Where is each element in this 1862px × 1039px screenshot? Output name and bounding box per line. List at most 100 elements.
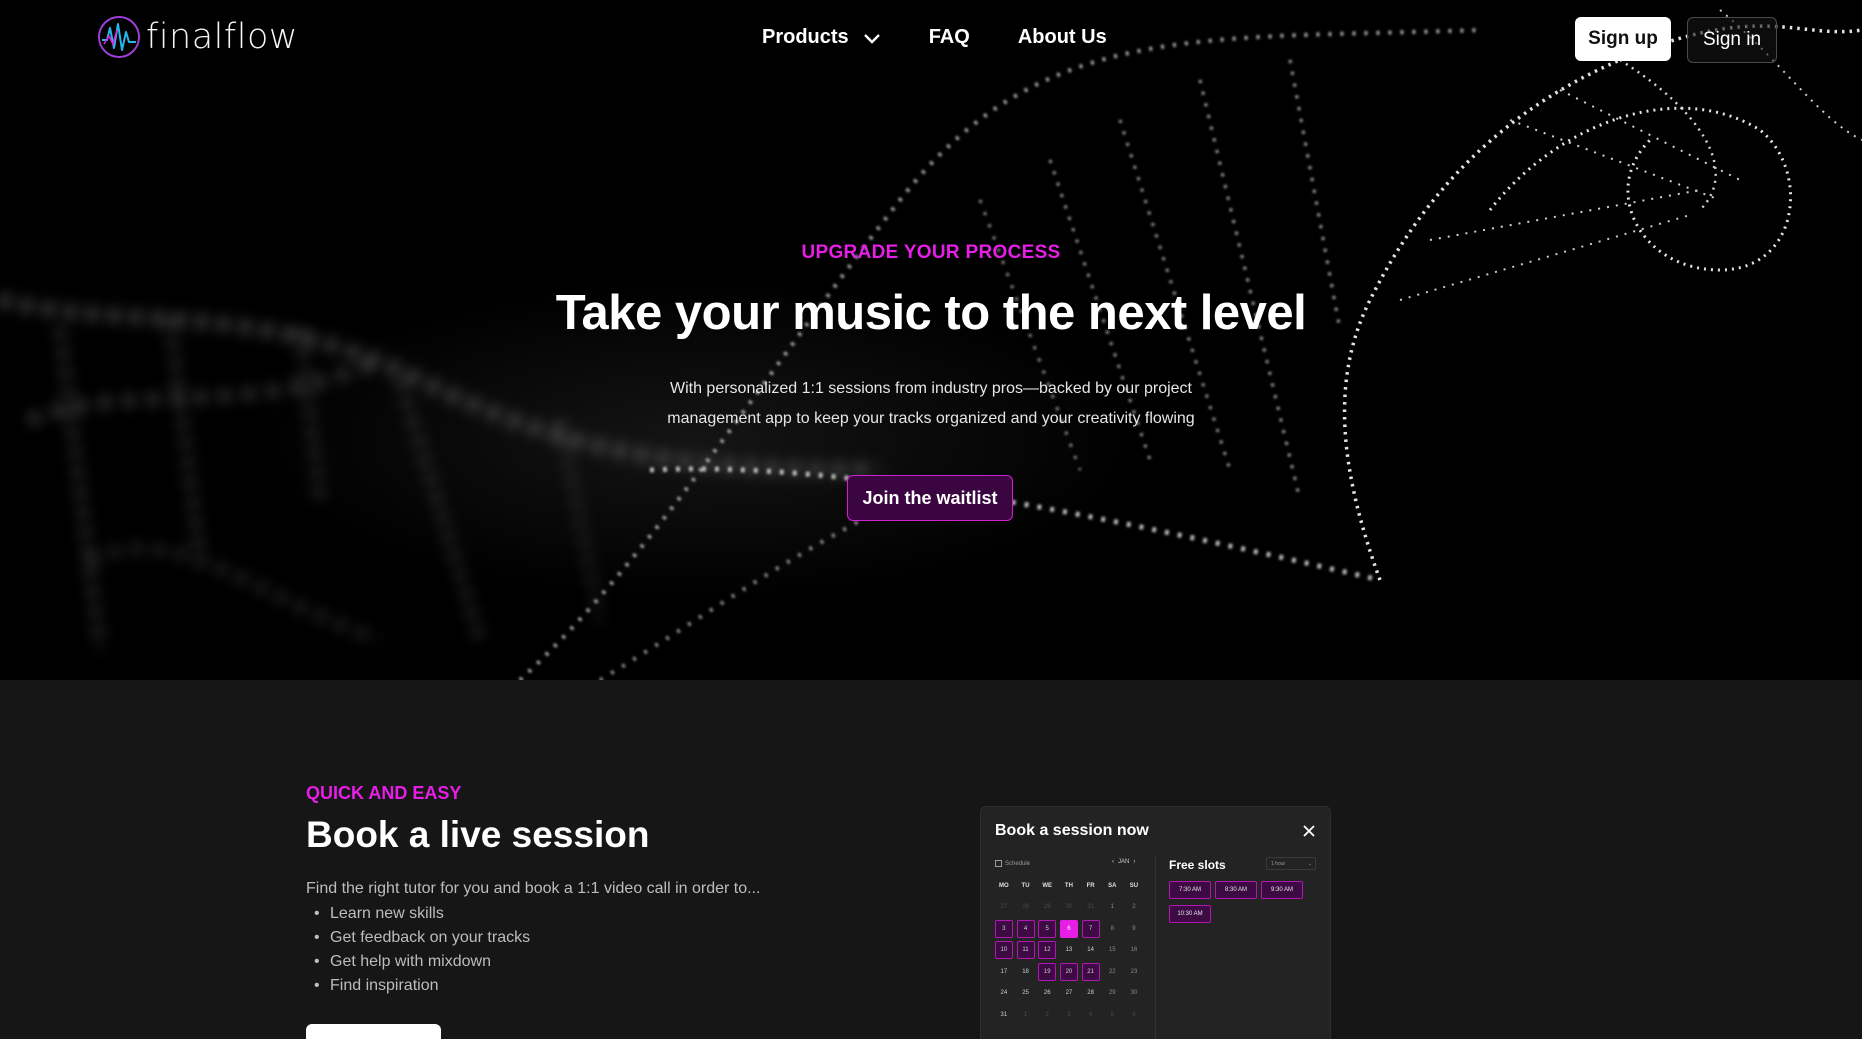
calendar-day[interactable]: 20: [1058, 961, 1080, 983]
calendar-day[interactable]: 21: [1080, 961, 1102, 983]
main-nav: Products FAQ About Us: [762, 26, 1155, 49]
calendar-day[interactable]: 6: [1058, 918, 1080, 940]
hero-subtitle-line-1: With personalized 1:1 sessions from indu…: [669, 380, 1192, 397]
calendar-day: 16: [1123, 940, 1145, 962]
list-item: Get feedback on your tracks: [314, 926, 530, 950]
calendar-day-number: 2: [1045, 1011, 1049, 1018]
calendar-day: 5: [1101, 1004, 1123, 1026]
calendar-week-row: 24 25 26 27 28 29 30: [993, 983, 1145, 1005]
calendar-day-number: 9: [1132, 925, 1136, 932]
time-slot[interactable]: 8:30 AM: [1215, 881, 1257, 899]
calendar-day: 23: [1123, 961, 1145, 983]
calendar-day[interactable]: 4: [1015, 918, 1037, 940]
calendar-day[interactable]: 19: [1036, 961, 1058, 983]
weekday-label: SU: [1129, 882, 1139, 889]
calendar-day-number: 7: [1081, 919, 1100, 938]
weekday-header-row: MO TU WE TH FR SA SU: [993, 875, 1145, 897]
calendar-day: 3: [1058, 1004, 1080, 1026]
sign-up-button[interactable]: Sign up: [1575, 17, 1671, 61]
nav-about-us[interactable]: About Us: [1018, 26, 1107, 49]
month-label: JAN: [1118, 859, 1130, 865]
calendar-day: 30: [1123, 983, 1145, 1005]
calendar-day: 31: [993, 1004, 1015, 1026]
hero-eyebrow: UPGRADE YOUR PROCESS: [801, 242, 1061, 263]
calendar-day: 1: [1101, 897, 1123, 919]
section-cta-button[interactable]: [306, 1024, 441, 1039]
sign-in-button[interactable]: Sign in: [1687, 17, 1777, 63]
calendar-day: 6: [1123, 1004, 1145, 1026]
calendar-day-number: 3: [994, 919, 1013, 938]
calendar-day-number: 16: [1130, 947, 1138, 954]
weekday-label: SA: [1108, 882, 1117, 889]
calendar-day: 15: [1101, 940, 1123, 962]
nav-products-label: Products: [762, 26, 849, 48]
duration-value: 1 hour: [1271, 860, 1286, 867]
calendar-day-number: 11: [1016, 941, 1035, 960]
calendar-day: 22: [1101, 961, 1123, 983]
calendar-day-number: 27: [1065, 990, 1073, 997]
chevron-right-icon[interactable]: ›: [1133, 859, 1135, 865]
calendar-day: 29: [1036, 897, 1058, 919]
calendar-day[interactable]: 12: [1036, 940, 1058, 962]
card-divider: [1155, 857, 1156, 1039]
calendar-grid: MO TU WE TH FR SA SU 27 28 29 30 31 1 2 3 4 5 6 7 8 9 10 11 12 1…: [993, 875, 1145, 1026]
calendar-day-number: 23: [1130, 968, 1138, 975]
calendar-day-number: 22: [1108, 968, 1116, 975]
nav-products[interactable]: Products: [762, 26, 881, 49]
calendar-day-number: 17: [1000, 968, 1008, 975]
weekday-label: MO: [999, 882, 1009, 889]
time-slot[interactable]: 7:30 AM: [1169, 881, 1211, 899]
calendar-day: 24: [993, 983, 1015, 1005]
time-slot[interactable]: 10:30 AM: [1169, 905, 1211, 923]
calendar-day: 27: [1058, 983, 1080, 1005]
calendar-day: 29: [1101, 983, 1123, 1005]
calendar-week-row: 31 1 2 3 4 5 6: [993, 1004, 1145, 1026]
calendar-day: 18: [1015, 961, 1037, 983]
calendar-day: 31: [1080, 897, 1102, 919]
calendar-day: 1: [1015, 1004, 1037, 1026]
hero-section: finalflow Products FAQ About Us Sign up …: [0, 0, 1862, 680]
weekday-label: TH: [1064, 882, 1073, 889]
calendar-day-number: 14: [1087, 947, 1094, 954]
month-navigation: ‹ JAN ›: [1112, 859, 1135, 865]
chevron-left-icon[interactable]: ‹: [1112, 859, 1114, 865]
calendar-week-row: 27 28 29 30 31 1 2: [993, 897, 1145, 919]
hero-title: Take your music to the next level: [555, 286, 1307, 340]
calendar-day[interactable]: 5: [1036, 918, 1058, 940]
weekday-label: WE: [1042, 882, 1053, 889]
calendar-day-number: 6: [1059, 919, 1078, 938]
calendar-day: 26: [1036, 983, 1058, 1005]
calendar-day: 2: [1036, 1004, 1058, 1026]
duration-select[interactable]: 1 hour ⌄: [1266, 857, 1316, 870]
close-icon[interactable]: [1302, 824, 1316, 838]
calendar-week-row: 17 18 19 20 21 22 23: [993, 961, 1145, 983]
calendar-day-number: 8: [1110, 925, 1114, 932]
nav-faq[interactable]: FAQ: [929, 26, 970, 49]
hero-subtitle-line-2: management app to keep your tracks organ…: [667, 410, 1195, 427]
calendar-day-number: 18: [1022, 968, 1029, 975]
calendar-day[interactable]: 10: [993, 940, 1015, 962]
calendar-day[interactable]: 7: [1080, 918, 1102, 940]
calendar-day: 17: [993, 961, 1015, 983]
section-description: Find the right tutor for you and book a …: [306, 880, 761, 897]
calendar-day-number: 25: [1022, 990, 1029, 997]
calendar-icon: [995, 860, 1002, 867]
calendar-day: 30: [1058, 897, 1080, 919]
calendar-day[interactable]: 3: [993, 918, 1015, 940]
time-slot[interactable]: 9:30 AM: [1261, 881, 1303, 899]
join-waitlist-button[interactable]: Join the waitlist: [847, 475, 1013, 521]
waveform-circle-logo-icon: [98, 16, 140, 58]
free-slots-title: Free slots: [1169, 858, 1226, 872]
calendar-day[interactable]: 11: [1015, 940, 1037, 962]
brand-logo[interactable]: finalflow: [96, 14, 298, 60]
top-navigation: finalflow Products FAQ About Us Sign up …: [0, 0, 1862, 80]
calendar-day-number: 30: [1065, 904, 1073, 911]
calendar-day-number: 12: [1038, 941, 1057, 960]
schedule-label-text: Schedule: [1005, 860, 1031, 867]
schedule-label: Schedule: [995, 860, 1030, 867]
calendar-day: 9: [1123, 918, 1145, 940]
calendar-day-number: 13: [1065, 947, 1073, 954]
calendar-day: 28: [1080, 983, 1102, 1005]
calendar-day-number: 5: [1110, 1011, 1114, 1018]
booking-card-title: Book a session now: [995, 822, 1149, 839]
